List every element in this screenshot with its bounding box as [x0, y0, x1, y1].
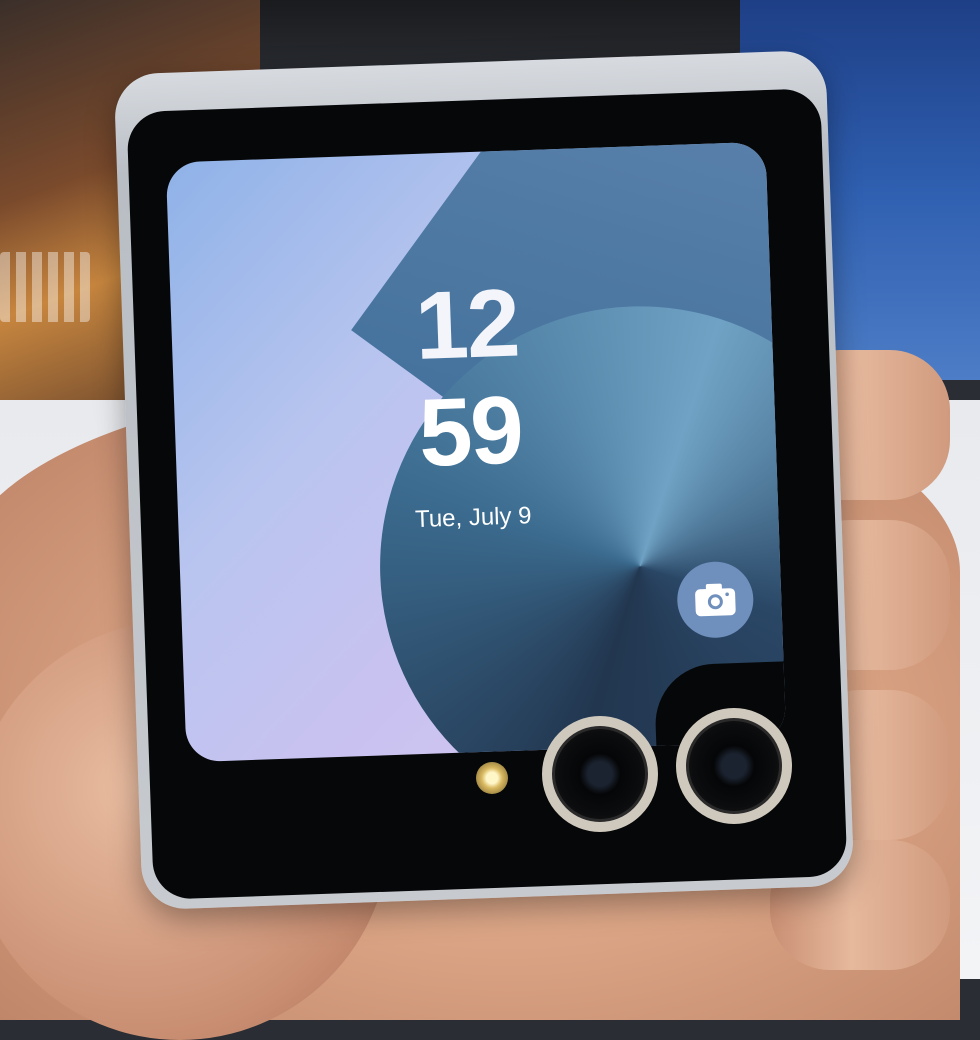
background-poster-text	[0, 252, 90, 322]
clock-hour: 12	[413, 269, 520, 381]
camera-lens-left	[542, 716, 658, 832]
clock-minute: 59	[417, 376, 524, 487]
cover-screen[interactable]: 12 59 Tue, July 9	[165, 141, 787, 763]
camera-lens-right	[676, 708, 792, 824]
camera-icon	[695, 583, 736, 617]
flash-led	[476, 762, 508, 794]
photo-scene: 12 59 Tue, July 9	[0, 0, 980, 1040]
